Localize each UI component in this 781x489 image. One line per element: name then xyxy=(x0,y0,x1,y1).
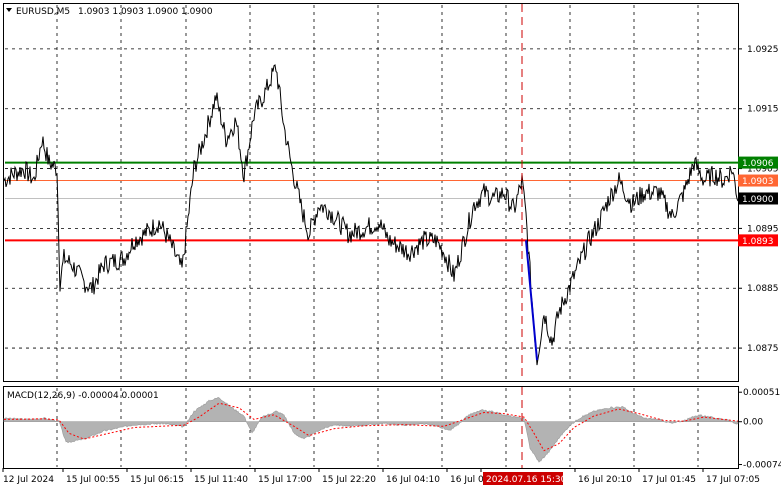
price-tick-label: 1.0875 xyxy=(747,344,779,354)
macd-panel: 0.00051 0.00 -0.00074 MACD(12,26,9) -0.000… xyxy=(3,386,781,471)
price-panel: 1.09251.09151.09051.08951.08851.0875 1.0… xyxy=(3,3,779,382)
macd-tick-label: 0.00 xyxy=(743,418,763,428)
price-tick-label: 1.0895 xyxy=(747,224,779,234)
time-tick-label: 16 Jul 20:10 xyxy=(578,475,632,485)
time-tick-label: 17 Jul 07:05 xyxy=(706,475,760,485)
macd-axis-ticks: 0.00051 0.00 -0.00074 xyxy=(738,388,781,471)
price-tick-label: 1.0885 xyxy=(747,284,779,294)
price-tick-label: 1.0925 xyxy=(747,45,779,55)
level-label: 1.0903 xyxy=(742,177,774,187)
level-label: 1.0906 xyxy=(742,159,774,169)
time-tick-label: 15 Jul 22:20 xyxy=(322,475,376,485)
trading-chart: 1.09251.09151.09051.08951.08851.0875 1.0… xyxy=(2,3,781,485)
time-tick-label: 15 Jul 11:40 xyxy=(194,475,248,485)
macd-tick-label: 0.00051 xyxy=(743,388,780,398)
price-panel-title: EURUSD,M5 xyxy=(16,7,70,17)
time-tick-label: 16 Jul 04:10 xyxy=(386,475,440,485)
macd-panel-title: MACD(12,26,9) -0.00004 0.00001 xyxy=(7,391,159,401)
level-label: 1.0900 xyxy=(742,195,774,205)
time-tick-label: 12 Jul 2024 xyxy=(3,475,54,485)
time-tick-label: 17 Jul 01:45 xyxy=(642,475,696,485)
time-axis-ticks: 12 Jul 2024 15 Jul 00:55 15 Jul 06:15 15 Ju… xyxy=(2,468,760,485)
time-tick-label: 2024.07.16 15:30 xyxy=(486,475,567,485)
time-tick-label: 15 Jul 17:00 xyxy=(258,475,312,485)
ohlc-readout: 1.0903 1.0903 1.0900 1.0900 xyxy=(78,7,213,17)
time-tick-label: 15 Jul 06:15 xyxy=(130,475,184,485)
time-tick-label: 16 Jul 0 xyxy=(450,475,484,485)
price-panel-frame xyxy=(3,3,739,382)
time-tick-label: 15 Jul 00:55 xyxy=(66,475,120,485)
price-tick-label: 1.0915 xyxy=(747,105,779,115)
level-label: 1.0893 xyxy=(742,237,774,247)
macd-tick-label: -0.00074 xyxy=(743,461,781,471)
